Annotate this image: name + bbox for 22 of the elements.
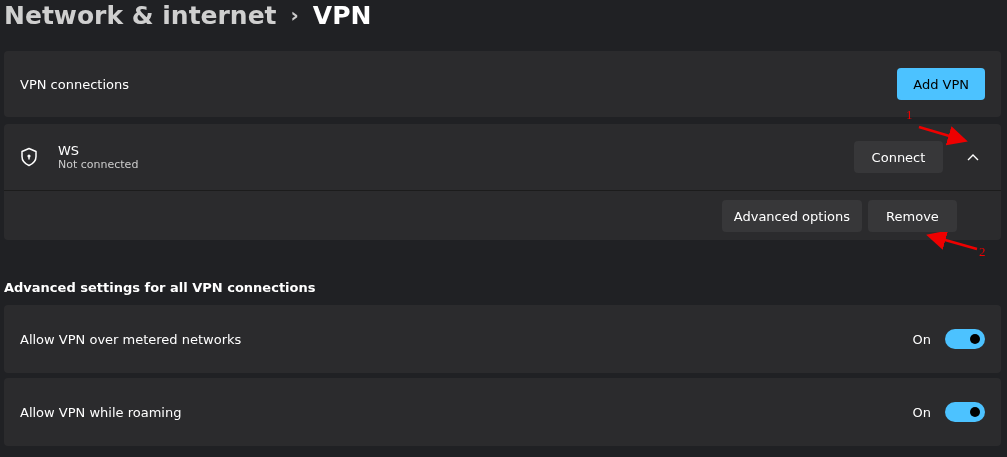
vpn-name: WS [58,143,81,158]
toggle-state: On [912,331,931,347]
section-title: Advanced settings for all VPN connections [4,280,317,295]
breadcrumb-parent[interactable]: Network & internet [4,0,277,30]
chevron-icon[interactable] [967,153,979,161]
toggle-state: On [912,404,931,420]
breadcrumb-separator: › [290,3,299,27]
page-title: VPN [312,0,372,30]
remove-button[interactable]: Remove [868,200,957,232]
setting-label: Allow VPN while roaming [20,404,182,420]
shield-lock-icon [20,147,38,167]
toggle-switch[interactable] [945,329,985,349]
vpn-status: Not connected [58,158,139,171]
vpn-connection-card[interactable]: WS Not connected Connect [4,124,1001,191]
annotation-number: 1 [906,107,913,122]
toggle-switch[interactable] [945,402,985,422]
setting-label: Allow VPN over metered networks [20,331,242,347]
card-label: VPN connections [20,76,129,92]
add-vpn-button[interactable]: Add VPN [897,68,985,100]
connect-button[interactable]: Connect [854,141,943,173]
advanced-options-button[interactable]: Advanced options [721,200,862,232]
annotation-number: 2 [979,244,986,260]
